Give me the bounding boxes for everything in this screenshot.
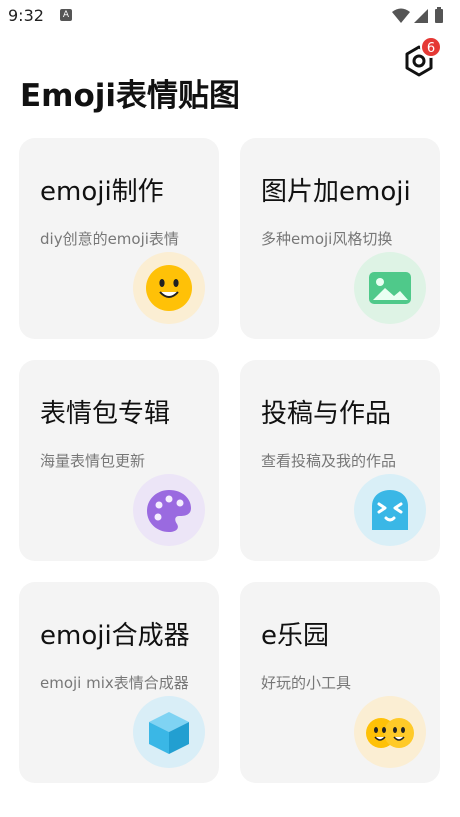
ghost-face-icon <box>354 474 426 546</box>
smiley-face-icon <box>133 252 205 324</box>
app-notification-icon: A <box>60 9 72 21</box>
card-title: emoji合成器 <box>40 621 190 651</box>
card-submissions-works[interactable]: 投稿与作品 查看投稿及我的作品 <box>240 360 440 561</box>
card-subtitle: 海量表情包更新 <box>40 452 146 470</box>
cube-icon <box>133 696 205 768</box>
card-title: 表情包专辑 <box>40 399 171 429</box>
card-title: 图片加emoji <box>261 177 411 207</box>
signal-icon <box>414 9 428 23</box>
palette-icon <box>133 474 205 546</box>
card-title: 投稿与作品 <box>261 399 392 429</box>
card-subtitle: 查看投稿及我的作品 <box>261 452 397 470</box>
card-image-add-emoji[interactable]: 图片加emoji 多种emoji风格切换 <box>240 138 440 339</box>
card-emoji-maker[interactable]: emoji制作 diy创意的emoji表情 <box>19 138 219 339</box>
card-subtitle: 多种emoji风格切换 <box>261 230 393 248</box>
battery-icon <box>435 7 443 23</box>
card-e-park[interactable]: e乐园 好玩的小工具 <box>240 582 440 783</box>
page-title: Emoji表情贴图 <box>20 78 241 114</box>
image-icon <box>354 252 426 324</box>
status-bar: 9:32 A <box>0 0 460 32</box>
card-emoji-mixer[interactable]: emoji合成器 emoji mix表情合成器 <box>19 582 219 783</box>
card-title: emoji制作 <box>40 177 164 207</box>
card-subtitle: 好玩的小工具 <box>261 674 352 692</box>
notification-badge: 6 <box>420 36 442 58</box>
status-icons <box>390 6 450 30</box>
card-title: e乐园 <box>261 621 329 651</box>
status-time: 9:32 <box>8 6 44 25</box>
wifi-icon <box>392 8 410 23</box>
card-subtitle: diy创意的emoji表情 <box>40 230 179 248</box>
card-sticker-album[interactable]: 表情包专辑 海量表情包更新 <box>19 360 219 561</box>
double-smiley-icon <box>354 696 426 768</box>
card-subtitle: emoji mix表情合成器 <box>40 674 189 692</box>
